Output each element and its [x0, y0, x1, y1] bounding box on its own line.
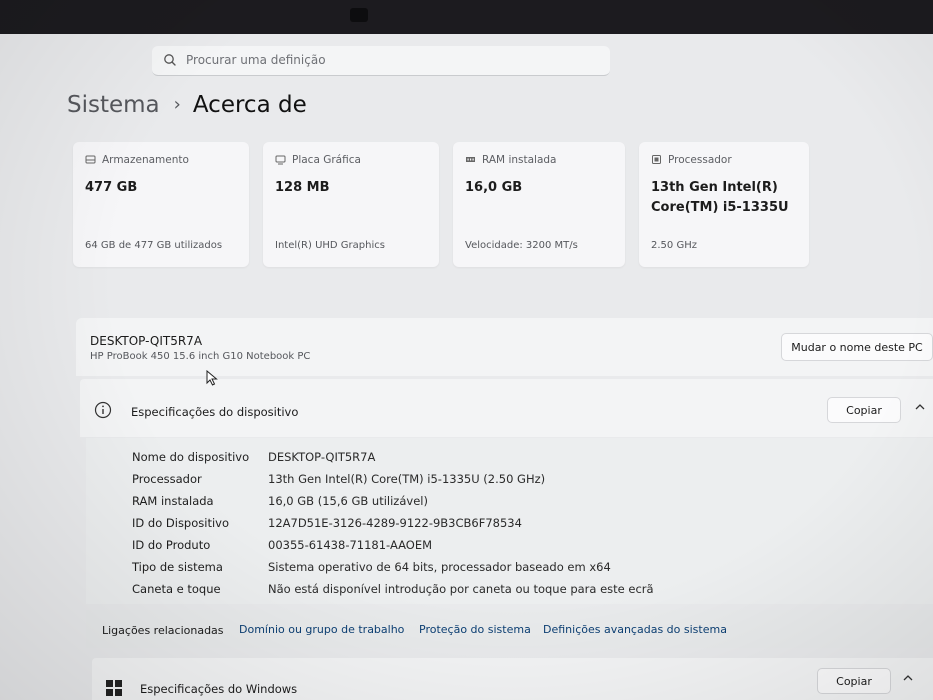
graphics-card-header: Placa Gráfica	[275, 154, 361, 166]
processor-card-sub: 2.50 GHz	[651, 240, 697, 251]
spec-row: Nome do dispositivo DESKTOP-QIT5R7A	[86, 450, 933, 472]
spec-value: Sistema operativo de 64 bits, processado…	[268, 560, 611, 574]
processor-card-title: Processador	[668, 154, 732, 166]
spec-row: ID do Dispositivo 12A7D51E-3126-4289-912…	[86, 516, 933, 538]
advanced-system-settings-link[interactable]: Definições avançadas do sistema	[543, 623, 727, 636]
ram-icon	[466, 157, 475, 162]
spec-value: 12A7D51E-3126-4289-9122-9B3CB6F78534	[268, 516, 522, 530]
chevron-up-icon[interactable]	[914, 401, 926, 415]
spec-value: 16,0 GB (15,6 GB utilizável)	[268, 494, 428, 508]
device-model: HP ProBook 450 15.6 inch G10 Notebook PC	[90, 351, 311, 362]
ram-card[interactable]: RAM instalada 16,0 GB Velocidade: 3200 M…	[453, 142, 625, 267]
search-input[interactable]: Procurar uma definição	[186, 53, 326, 67]
system-protection-link[interactable]: Proteção do sistema	[419, 623, 531, 636]
spec-row: Caneta e toque Não está disponível intro…	[86, 582, 933, 604]
windows-specs-header[interactable]: Especificações do Windows Copiar	[92, 658, 933, 700]
breadcrumb-separator: ›	[173, 94, 181, 115]
ram-card-title: RAM instalada	[482, 154, 557, 166]
storage-card[interactable]: Armazenamento 477 GB 64 GB de 477 GB uti…	[73, 142, 249, 267]
spec-label: Nome do dispositivo	[132, 450, 250, 464]
graphics-card-title: Placa Gráfica	[292, 154, 361, 166]
processor-card-value: 13th Gen Intel(R) Core(TM) i5-1335U	[651, 180, 789, 215]
spec-value: Não está disponível introdução por canet…	[268, 582, 654, 596]
storage-card-value: 477 GB	[85, 180, 138, 195]
device-specs-title: Especificações do dispositivo	[131, 405, 299, 419]
spec-label: ID do Dispositivo	[132, 516, 230, 530]
spec-value: DESKTOP-QIT5R7A	[268, 450, 376, 464]
windows-logo-icon	[106, 680, 122, 700]
search-icon	[162, 52, 178, 68]
spec-label: Processador	[132, 472, 202, 486]
storage-card-sub: 64 GB de 477 GB utilizados	[85, 240, 223, 251]
chevron-up-icon[interactable]	[902, 672, 914, 686]
info-icon	[94, 401, 112, 423]
storage-card-header: Armazenamento	[85, 154, 189, 166]
device-specs-body: Nome do dispositivo DESKTOP-QIT5R7A Proc…	[86, 438, 933, 604]
storage-icon	[85, 155, 96, 164]
device-name-panel: DESKTOP-QIT5R7A HP ProBook 450 15.6 inch…	[76, 318, 933, 376]
ram-card-header: RAM instalada	[465, 154, 557, 166]
spec-label: Caneta e toque	[132, 582, 221, 596]
breadcrumb: Sistema › Acerca de	[67, 92, 307, 118]
spec-value: 13th Gen Intel(R) Core(TM) i5-1335U (2.5…	[268, 472, 546, 486]
device-name: DESKTOP-QIT5R7A	[90, 334, 203, 348]
processor-card[interactable]: Processador 13th Gen Intel(R) Core(TM) i…	[639, 142, 809, 267]
graphics-card-icon	[275, 155, 286, 165]
spec-row: Tipo de sistema Sistema operativo de 64 …	[86, 560, 933, 582]
copy-device-specs-button[interactable]: Copiar	[827, 397, 901, 423]
related-links: Ligações relacionadas Domínio ou grupo d…	[86, 610, 933, 648]
spec-row: RAM instalada 16,0 GB (15,6 GB utilizáve…	[86, 494, 933, 516]
graphics-card-value: 128 MB	[275, 180, 330, 195]
mouse-cursor-icon	[206, 369, 218, 390]
screen-top-bezel	[0, 0, 933, 34]
rename-pc-button[interactable]: Mudar o nome deste PC	[781, 333, 933, 361]
ram-card-value: 16,0 GB	[465, 180, 523, 195]
spec-value: 00355-61438-71181-AAOEM	[268, 538, 433, 552]
processor-icon	[652, 155, 661, 164]
windows-specs-title: Especificações do Windows	[140, 682, 298, 696]
ram-card-sub: Velocidade: 3200 MT/s	[465, 240, 578, 251]
copy-windows-specs-button[interactable]: Copiar	[817, 668, 891, 694]
related-links-label: Ligações relacionadas	[102, 624, 224, 637]
graphics-card[interactable]: Placa Gráfica 128 MB Intel(R) UHD Graphi…	[263, 142, 439, 267]
camera-notch	[350, 8, 368, 22]
search-box[interactable]: Procurar uma definição	[152, 46, 610, 76]
graphics-card-sub: Intel(R) UHD Graphics	[275, 240, 385, 251]
breadcrumb-sistema[interactable]: Sistema	[67, 92, 160, 118]
spec-row: Processador 13th Gen Intel(R) Core(TM) i…	[86, 472, 933, 494]
spec-label: ID do Produto	[132, 538, 211, 552]
storage-card-title: Armazenamento	[102, 154, 189, 166]
spec-label: Tipo de sistema	[132, 560, 223, 574]
spec-row: ID do Produto 00355-61438-71181-AAOEM	[86, 538, 933, 560]
domain-workgroup-link[interactable]: Domínio ou grupo de trabalho	[239, 623, 404, 636]
page-title: Acerca de	[192, 92, 307, 118]
processor-card-header: Processador	[651, 154, 732, 166]
spec-label: RAM instalada	[132, 494, 214, 508]
